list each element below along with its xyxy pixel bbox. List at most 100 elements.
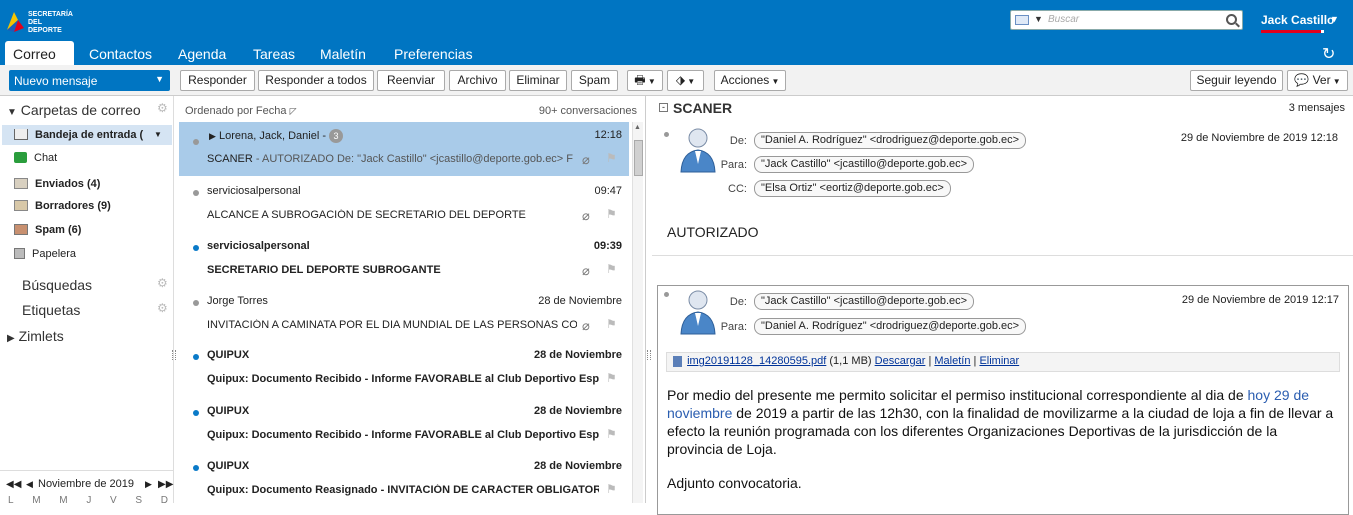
- zimlets-header[interactable]: ▶ Zimlets: [7, 328, 64, 344]
- chevron-down-icon[interactable]: ▼: [1034, 14, 1043, 24]
- recipient-address[interactable]: "Jack Castillo" <jcastillo@deporte.gob.e…: [754, 156, 975, 173]
- read-status-icon[interactable]: [193, 139, 199, 145]
- briefcase-link[interactable]: Maletín: [934, 355, 970, 367]
- expand-icon[interactable]: ▶: [209, 131, 216, 141]
- flag-icon[interactable]: ⚑: [606, 207, 617, 221]
- chevron-down-icon[interactable]: ▼: [155, 74, 164, 84]
- message-row[interactable]: QUIPUX 28 de Noviembre Quipux: Documento…: [179, 398, 629, 452]
- collapse-icon[interactable]: -: [659, 103, 668, 112]
- flag-icon[interactable]: ⚑: [606, 427, 617, 441]
- flag-icon[interactable]: ⚑: [606, 262, 617, 276]
- actions-button[interactable]: Acciones ▼: [714, 70, 786, 91]
- tab-correo[interactable]: Correo: [5, 41, 74, 65]
- expand-dot-icon[interactable]: [664, 292, 669, 297]
- message-row[interactable]: serviciosalpersonal 09:47 ALCANCE A SUBR…: [179, 178, 629, 232]
- chevron-down-icon: ▼: [685, 77, 696, 86]
- message-row[interactable]: QUIPUX 28 de Noviembre Quipux: Documento…: [179, 453, 629, 507]
- search-icon[interactable]: [1226, 14, 1237, 25]
- reply-button[interactable]: Responder: [180, 70, 255, 91]
- tab-preferencias[interactable]: Preferencias: [386, 41, 481, 65]
- expand-dot-icon[interactable]: [664, 132, 669, 137]
- mail-folders-header[interactable]: ▼ Carpetas de correo: [7, 102, 141, 118]
- gear-icon[interactable]: ⚙: [157, 101, 168, 115]
- flag-icon[interactable]: ⚑: [606, 151, 617, 165]
- message-row[interactable]: QUIPUX 28 de Noviembre Quipux: Documento…: [179, 342, 629, 396]
- spam-button[interactable]: Spam: [571, 70, 618, 91]
- logo[interactable]: SECRETARÍA DEL DEPORTE: [4, 8, 74, 36]
- flag-icon[interactable]: ⚑: [606, 482, 617, 496]
- view-label: Ver: [1312, 73, 1331, 87]
- unread-status-icon[interactable]: [193, 465, 199, 471]
- tab-agenda[interactable]: Agenda: [170, 41, 234, 65]
- spam-folder-icon: [14, 223, 28, 235]
- tab-tareas[interactable]: Tareas: [245, 41, 303, 65]
- keep-reading-button[interactable]: Seguir leyendo: [1190, 70, 1283, 91]
- from-label: De:: [729, 135, 747, 147]
- mail-search-type-icon[interactable]: [1015, 15, 1029, 25]
- search-input[interactable]: Buscar: [1048, 14, 1079, 25]
- view-button[interactable]: 💬 Ver ▼: [1287, 70, 1348, 91]
- message-count-badge: 3: [329, 129, 344, 143]
- chevron-down-icon[interactable]: ▼: [154, 125, 162, 145]
- sender-address[interactable]: "Jack Castillo" <jcastillo@deporte.gob.e…: [754, 293, 975, 310]
- searches-header[interactable]: Búsquedas: [22, 277, 92, 293]
- zimlets-label: Zimlets: [18, 328, 64, 344]
- reply-all-button[interactable]: Responder a todos: [258, 70, 374, 91]
- caret-down-icon[interactable]: ▼: [7, 107, 17, 118]
- archive-button[interactable]: Archivo: [449, 70, 506, 91]
- sidebar-item-spam[interactable]: Spam (6): [14, 220, 172, 240]
- tag-button[interactable]: ⬗ ▼: [667, 70, 704, 91]
- scrollbar-thumb[interactable]: [634, 140, 643, 176]
- read-status-icon[interactable]: [193, 190, 199, 196]
- message-sender: serviciosalpersonal: [207, 240, 310, 252]
- sidebar-item-chat[interactable]: Chat: [14, 148, 172, 168]
- tab-contactos[interactable]: Contactos: [81, 41, 160, 65]
- unread-status-icon[interactable]: [193, 354, 199, 360]
- previous-month-icon[interactable]: ◀: [26, 479, 33, 490]
- refresh-icon[interactable]: ↻: [1322, 44, 1335, 64]
- sidebar-item-sent[interactable]: Enviados (4): [14, 174, 172, 194]
- new-message-button[interactable]: Nuevo mensaje ▼: [9, 70, 170, 91]
- sidebar-splitter[interactable]: [172, 350, 176, 360]
- message-list-scrollbar[interactable]: ▲: [632, 122, 643, 503]
- sidebar-item-drafts[interactable]: Borradores (9): [14, 196, 172, 216]
- next-month-icon[interactable]: ▶: [145, 479, 152, 490]
- from-label: De:: [729, 296, 747, 308]
- flag-icon[interactable]: ⚑: [606, 371, 617, 385]
- unread-status-icon[interactable]: [193, 245, 199, 251]
- message-row[interactable]: Jorge Torres 28 de Noviembre INVITACIÓN …: [179, 288, 629, 342]
- body-text: de 2019 a partir de las 12h30, con la fi…: [667, 405, 1334, 457]
- sort-by-date[interactable]: Ordenado por Fecha ◸: [185, 105, 297, 117]
- previous-year-icon[interactable]: ◀◀: [6, 479, 21, 490]
- recipient-address[interactable]: "Daniel A. Rodríguez" <drodriguez@deport…: [754, 318, 1027, 335]
- caret-right-icon[interactable]: ▶: [7, 333, 15, 344]
- user-menu[interactable]: Jack Castillo: [1261, 13, 1334, 27]
- search-box[interactable]: ▼ Buscar: [1010, 10, 1243, 30]
- next-year-icon[interactable]: ▶▶: [158, 479, 173, 490]
- download-link[interactable]: Descargar: [875, 355, 926, 367]
- attachment-name[interactable]: img20191128_14280595.pdf: [687, 355, 826, 367]
- forward-button[interactable]: Reenviar: [377, 70, 445, 91]
- gear-icon[interactable]: ⚙: [157, 276, 168, 290]
- cc-address[interactable]: "Elsa Ortiz" <eortiz@deporte.gob.ec>: [754, 180, 951, 197]
- sidebar-item-inbox[interactable]: Bandeja de entrada ( ▼: [2, 125, 172, 145]
- scroll-up-icon[interactable]: ▲: [634, 124, 641, 131]
- message-row[interactable]: serviciosalpersonal 09:39 SECRETARIO DEL…: [179, 233, 629, 287]
- calendar-month[interactable]: Noviembre de 2019: [38, 478, 134, 490]
- message-row[interactable]: ▶ Lorena, Jack, Daniel - 3 12:18 SCANER …: [179, 122, 629, 176]
- tab-maletin[interactable]: Maletín: [312, 41, 374, 65]
- sender-address[interactable]: "Daniel A. Rodríguez" <drodriguez@deport…: [754, 132, 1027, 149]
- unread-status-icon[interactable]: [193, 410, 199, 416]
- list-splitter[interactable]: [647, 350, 651, 360]
- remove-attachment-link[interactable]: Eliminar: [979, 355, 1019, 367]
- read-status-icon[interactable]: [193, 300, 199, 306]
- print-button[interactable]: 🖶 ▼: [627, 70, 663, 91]
- tags-header[interactable]: Etiquetas: [22, 302, 80, 318]
- chevron-down-icon[interactable]: ▼: [1330, 14, 1339, 24]
- gear-icon[interactable]: ⚙: [157, 301, 168, 315]
- delete-button[interactable]: Eliminar: [509, 70, 567, 91]
- message-sender: QUIPUX: [207, 460, 250, 472]
- paperclip-icon: ⌀: [582, 263, 590, 278]
- flag-icon[interactable]: ⚑: [606, 317, 617, 331]
- sidebar-item-trash[interactable]: Papelera: [14, 244, 172, 264]
